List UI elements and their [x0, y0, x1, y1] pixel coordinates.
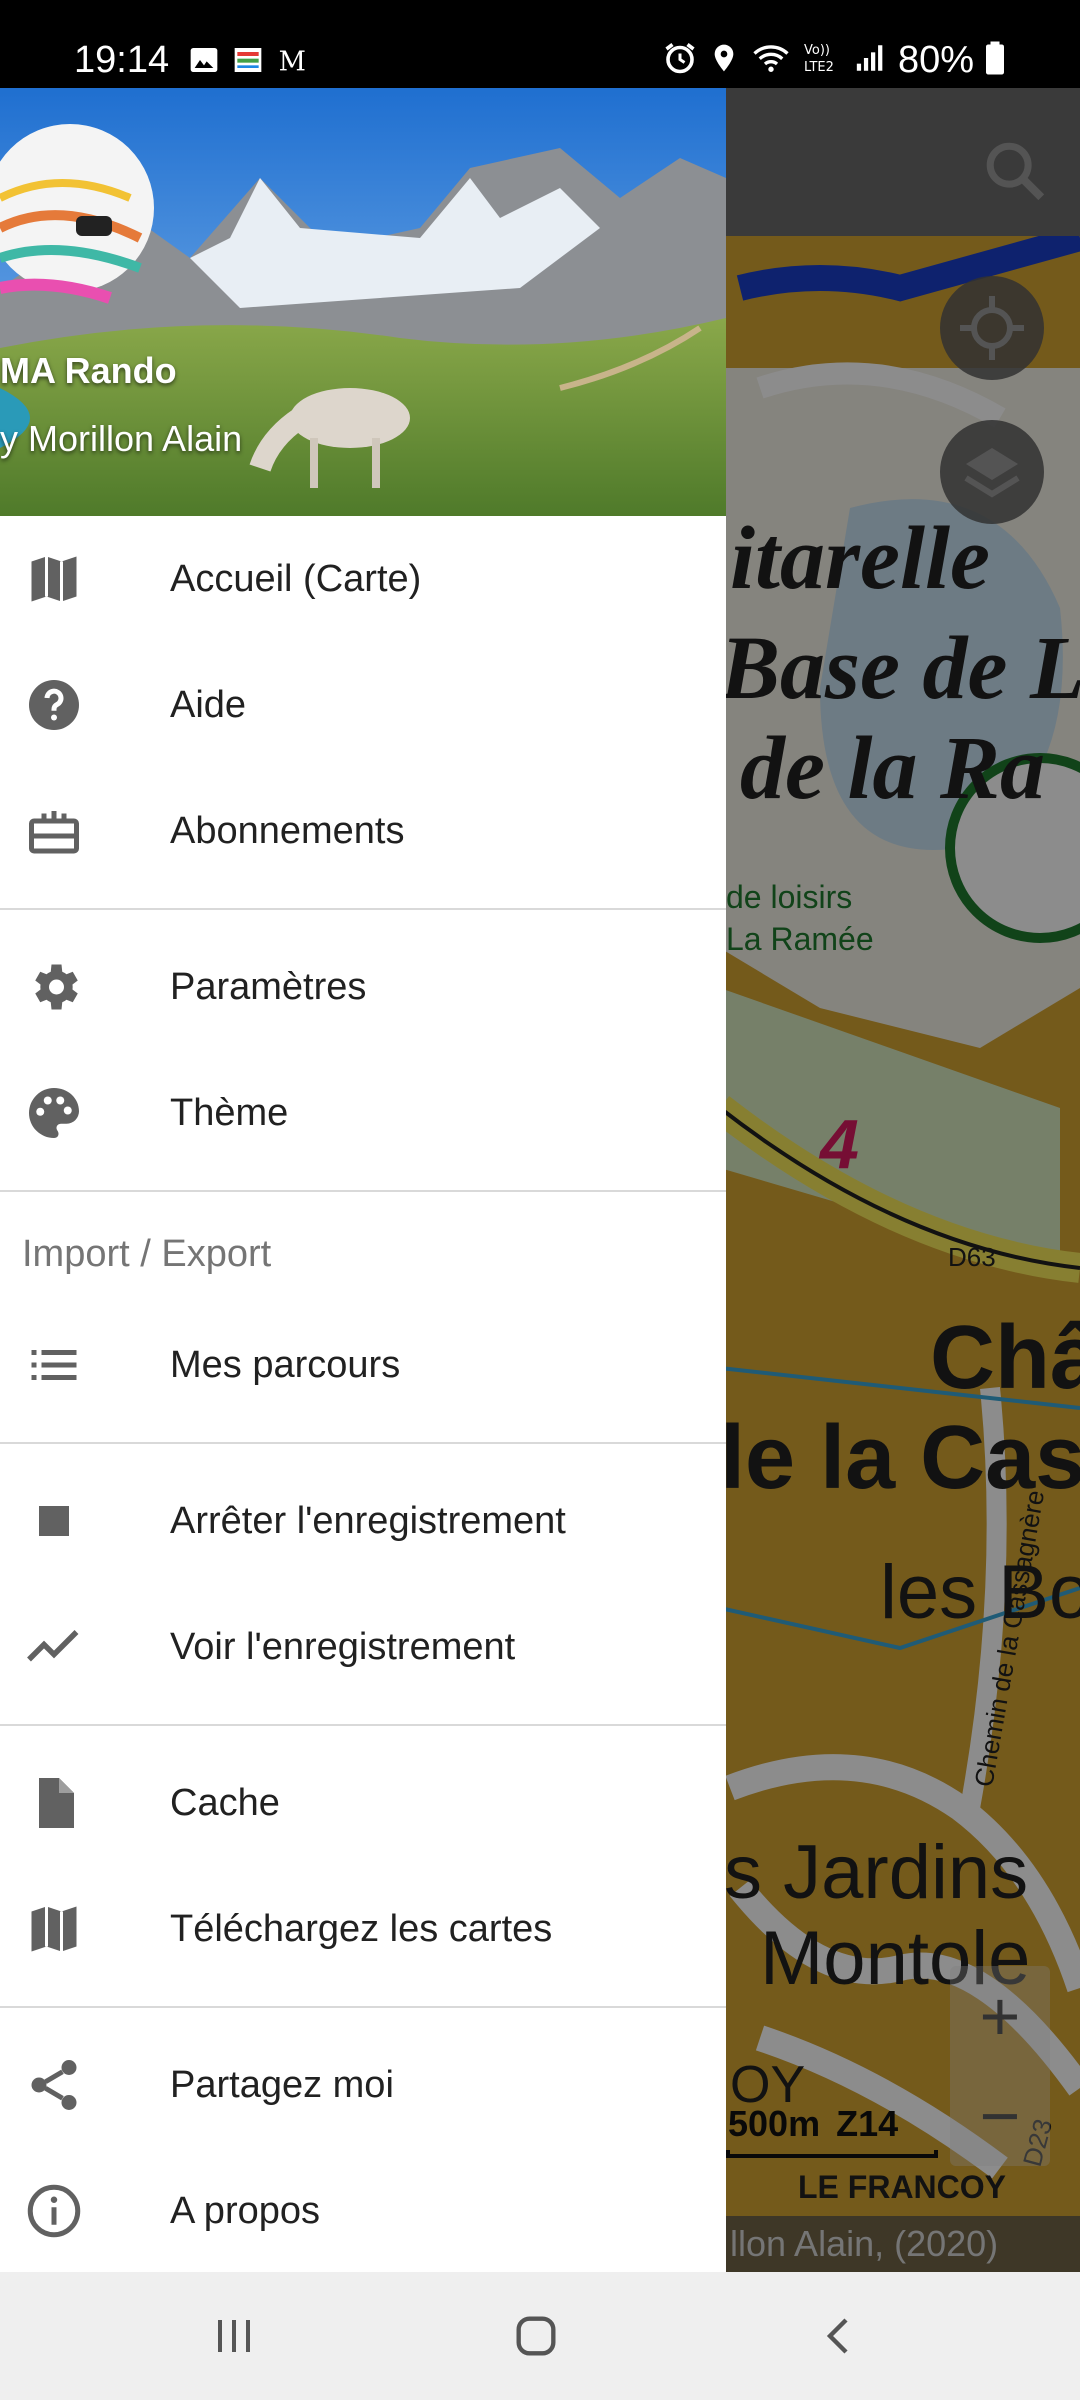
- menu-item-label: Voir l'enregistrement: [170, 1626, 516, 1668]
- menu-item-cache[interactable]: Cache: [0, 1740, 726, 1866]
- trending-icon: [24, 1617, 84, 1677]
- menu-item-label: Paramètres: [170, 966, 367, 1008]
- menu-item-label: Abonnements: [170, 810, 405, 852]
- menu-item-label: Cache: [170, 1782, 280, 1824]
- section-header-import-export: Import / Export: [22, 1233, 272, 1275]
- list-icon: [24, 1335, 84, 1395]
- menu-item-label: Partagez moi: [170, 2064, 394, 2106]
- svg-text:Vo)): Vo)): [804, 43, 830, 58]
- menu-item-mes-parcours[interactable]: Mes parcours: [0, 1302, 726, 1428]
- system-navigation-bar: [0, 2272, 1080, 2400]
- menu-item-label: Arrêter l'enregistrement: [170, 1500, 566, 1542]
- menu-item-a-propos[interactable]: A propos: [0, 2148, 726, 2272]
- divider: [0, 1190, 726, 1192]
- notification-icons: M: [188, 44, 308, 81]
- menu-item-arreter-enregistrement[interactable]: Arrêter l'enregistrement: [0, 1458, 726, 1584]
- map-icon: [24, 549, 84, 609]
- share-icon: [24, 2055, 84, 2115]
- drawer-header: MA Rando y Morillon Alain: [0, 88, 726, 516]
- map-download-icon: [24, 1899, 84, 1959]
- svg-text:LTE2: LTE2: [804, 60, 834, 75]
- navigation-drawer: MA Rando y Morillon Alain Accueil (Carte…: [0, 88, 726, 2272]
- home-button[interactable]: [496, 2296, 576, 2376]
- battery-icon: [984, 40, 1006, 81]
- recents-icon: [218, 2320, 250, 2352]
- signal-icon: [854, 40, 888, 81]
- menu-item-aide[interactable]: Aide: [0, 642, 726, 768]
- divider: [0, 1724, 726, 1726]
- menu-item-label: Téléchargez les cartes: [170, 1908, 553, 1950]
- menu-item-accueil[interactable]: Accueil (Carte): [0, 516, 726, 642]
- menu-item-label: Thème: [170, 1092, 289, 1134]
- status-time: 19:14: [74, 39, 170, 81]
- menu-item-label: Accueil (Carte): [170, 558, 422, 600]
- image-notification-icon: [188, 44, 220, 81]
- lte-icon: Vo)) LTE2: [802, 40, 844, 81]
- divider: [0, 908, 726, 910]
- wifi-icon: [750, 40, 792, 81]
- battery-percent: 80%: [897, 39, 974, 81]
- recent-apps-button[interactable]: [194, 2296, 274, 2376]
- divider: [0, 1442, 726, 1444]
- menu-item-theme[interactable]: Thème: [0, 1050, 726, 1176]
- back-icon: [826, 2318, 848, 2354]
- gear-icon: [24, 957, 84, 1017]
- location-icon: [708, 40, 740, 81]
- menu-item-partagez[interactable]: Partagez moi: [0, 2022, 726, 2148]
- menu-item-parametres[interactable]: Paramètres: [0, 924, 726, 1050]
- help-icon: [24, 675, 84, 735]
- drawer-menu: Accueil (Carte) Aide Abonnements Paramèt…: [0, 516, 726, 2272]
- divider: [0, 2006, 726, 2008]
- home-icon: [516, 2316, 556, 2356]
- back-button[interactable]: [800, 2296, 880, 2376]
- app-title: MA Rando: [0, 350, 177, 391]
- menu-item-abonnements[interactable]: Abonnements: [0, 768, 726, 894]
- subscriptions-icon: [24, 801, 84, 861]
- system-icons: Vo)) LTE2 80%: [662, 38, 1006, 82]
- menu-item-telecharger-cartes[interactable]: Téléchargez les cartes: [0, 1866, 726, 1992]
- alarm-icon: [662, 40, 698, 81]
- app-notification-icon: [232, 44, 264, 81]
- file-icon: [24, 1773, 84, 1833]
- menu-item-voir-enregistrement[interactable]: Voir l'enregistrement: [0, 1584, 726, 1710]
- info-icon: [24, 2181, 84, 2241]
- stop-icon: [24, 1491, 84, 1551]
- menu-item-label: A propos: [170, 2190, 320, 2232]
- status-bar: 19:14 M Vo)) LTE2 80%: [0, 0, 1080, 88]
- news-notification-icon: M: [276, 44, 308, 81]
- menu-item-label: Mes parcours: [170, 1344, 401, 1386]
- palette-icon: [24, 1083, 84, 1143]
- menu-item-label: Aide: [170, 684, 247, 726]
- svg-text:M: M: [279, 47, 306, 76]
- app-author: y Morillon Alain: [0, 418, 243, 459]
